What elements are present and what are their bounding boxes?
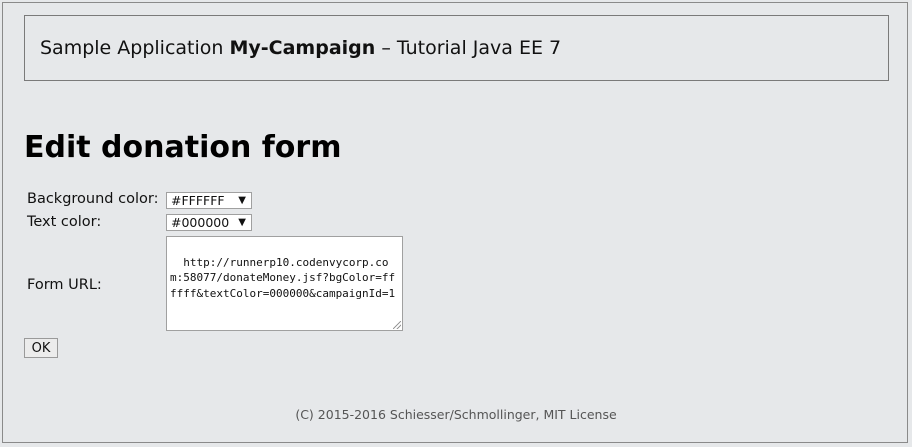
text-color-label: Text color: — [27, 214, 102, 230]
header-app-name: My-Campaign — [229, 37, 376, 59]
background-color-value: #FFFFFF — [171, 193, 225, 208]
background-color-label: Background color: — [27, 191, 159, 207]
form-url-value: http://runnerp10.codenvycorp.com:58077/d… — [170, 255, 396, 300]
footer-copyright: (C) 2015-2016 Schiesser/Schmollinger, MI… — [295, 407, 617, 422]
ok-button[interactable]: OK — [24, 338, 58, 358]
app-header: Sample Application My-Campaign – Tutoria… — [24, 15, 889, 81]
text-color-value: #000000 — [171, 215, 230, 230]
background-color-select[interactable]: #FFFFFF ▼ — [166, 192, 252, 209]
resize-grip-icon[interactable] — [393, 321, 401, 329]
header-suffix: – Tutorial Java EE 7 — [375, 37, 562, 59]
page-title: Edit donation form — [24, 130, 342, 165]
form-url-textarea[interactable]: http://runnerp10.codenvycorp.com:58077/d… — [166, 236, 403, 331]
header-prefix: Sample Application — [40, 37, 230, 59]
chevron-down-icon: ▼ — [238, 217, 246, 228]
chevron-down-icon: ▼ — [238, 195, 246, 206]
form-url-label: Form URL: — [27, 277, 102, 293]
text-color-select[interactable]: #000000 ▼ — [166, 214, 252, 231]
